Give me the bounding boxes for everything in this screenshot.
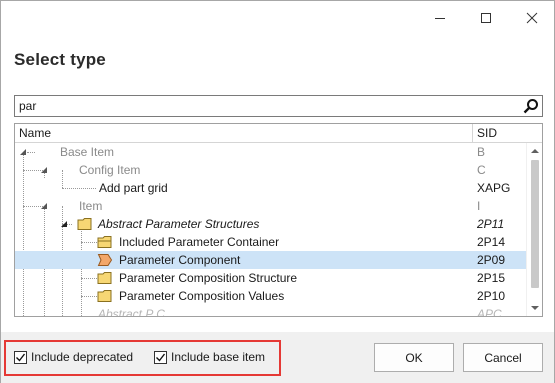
tree-row-label: Abstract Parameter Structures — [98, 217, 260, 231]
include-base-item-label: Include base item — [171, 350, 266, 364]
select-type-dialog: Select type Name SID — [0, 0, 555, 383]
checkbox-box[interactable] — [154, 350, 167, 364]
tree-row-label: Add part grid — [99, 181, 168, 195]
column-header-name[interactable]: Name — [19, 126, 51, 140]
tree-row-sid: 2P15 — [477, 271, 506, 285]
search-input[interactable] — [15, 96, 505, 116]
cancel-button[interactable]: Cancel — [463, 343, 543, 372]
tree-row[interactable]: Abstract P C APC — [15, 305, 526, 316]
dialog-footer: Include deprecated Include base item OK … — [1, 332, 554, 383]
checkbox-box[interactable] — [14, 350, 27, 364]
tree-row[interactable]: Item I — [15, 197, 526, 215]
tree-row-sid: APC — [477, 307, 502, 316]
tree-row-sid: 2P10 — [477, 289, 506, 303]
search-button[interactable] — [522, 97, 540, 115]
tree-row-label: Parameter Composition Structure — [119, 271, 298, 285]
tree-row-label: Item — [79, 199, 103, 213]
tree-row-label: Parameter Component — [119, 253, 241, 267]
tree-rows: Base Item B Config Item C Add part grid … — [15, 143, 526, 316]
ok-button[interactable]: OK — [374, 343, 454, 372]
tree-row-selected[interactable]: Parameter Component 2P09 — [15, 251, 526, 269]
expanded-arrow-icon[interactable] — [19, 148, 27, 156]
include-deprecated-label: Include deprecated — [31, 350, 134, 364]
tree-row[interactable]: Add part grid XAPG — [15, 179, 526, 197]
tree-row-sid: I — [477, 199, 481, 213]
scrollbar-thumb[interactable] — [531, 160, 539, 288]
tree-row-label: Abstract P C — [98, 307, 165, 316]
column-divider[interactable] — [472, 124, 473, 143]
scroll-up-button[interactable] — [527, 143, 542, 159]
folder-icon — [97, 272, 112, 284]
tree-row-sid: 2P09 — [477, 253, 506, 267]
open-folder-icon — [97, 236, 112, 248]
type-tree-grid[interactable]: Name SID Base Item B Config Item C Add p… — [14, 123, 543, 317]
folder-icon — [77, 218, 92, 230]
minimize-icon — [435, 18, 445, 19]
tree-row-sid: 2P11 — [477, 217, 505, 231]
expanded-arrow-icon[interactable] — [60, 220, 68, 228]
grid-header: Name SID — [15, 124, 542, 143]
maximize-icon — [481, 13, 491, 23]
component-icon — [97, 254, 113, 266]
vertical-scrollbar[interactable] — [526, 143, 542, 316]
title-bar — [1, 1, 554, 35]
tree-row-label: Config Item — [79, 163, 141, 177]
folder-icon — [97, 290, 112, 302]
search-field[interactable] — [14, 95, 543, 117]
tree-row[interactable]: Included Parameter Container 2P14 — [15, 233, 526, 251]
tree-row-sid: C — [477, 163, 486, 177]
include-deprecated-checkbox[interactable]: Include deprecated — [14, 350, 133, 364]
expanded-arrow-icon[interactable] — [40, 166, 48, 174]
column-header-sid[interactable]: SID — [477, 126, 497, 140]
tree-row-sid: B — [477, 145, 486, 159]
tree-row-sid: XAPG — [477, 181, 511, 195]
minimize-button[interactable] — [417, 1, 463, 35]
close-icon — [526, 12, 538, 24]
tree-row[interactable]: Base Item B — [15, 143, 526, 161]
tree-row[interactable]: Parameter Composition Values 2P10 — [15, 287, 526, 305]
dialog-heading: Select type — [14, 50, 106, 69]
search-icon — [523, 99, 538, 114]
close-button[interactable] — [509, 1, 555, 35]
chevron-up-icon — [531, 149, 539, 153]
checkmark-icon — [16, 353, 26, 362]
tree-row[interactable]: Parameter Composition Structure 2P15 — [15, 269, 526, 287]
tree-row-label: Base Item — [60, 145, 115, 159]
chevron-down-icon — [531, 306, 539, 310]
maximize-button[interactable] — [463, 1, 509, 35]
scroll-down-button[interactable] — [527, 300, 542, 316]
expanded-arrow-icon[interactable] — [40, 202, 48, 210]
tree-row-label: Parameter Composition Values — [119, 289, 285, 303]
tree-row[interactable]: Config Item C — [15, 161, 526, 179]
include-base-item-checkbox[interactable]: Include base item — [154, 350, 265, 364]
tree-row[interactable]: Abstract Parameter Structures 2P11 — [15, 215, 526, 233]
tree-row-sid: 2P14 — [477, 235, 506, 249]
checkmark-icon — [156, 353, 166, 362]
tree-row-label: Included Parameter Container — [119, 235, 280, 249]
